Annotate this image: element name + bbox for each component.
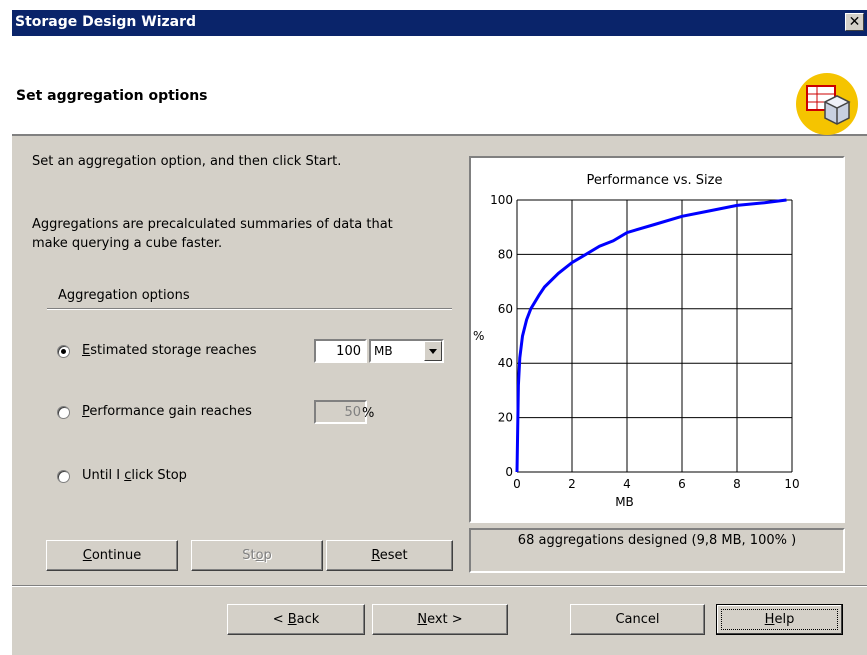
x-tick-label: 4 (623, 477, 631, 491)
cube-chart-icon (796, 73, 858, 135)
intro-instruction: Set an aggregation option, and then clic… (32, 154, 342, 169)
status-panel: 68 aggregations designed (9,8 MB, 100% ) (469, 528, 845, 573)
focus-rect (721, 609, 838, 630)
y-tick-label: 20 (498, 411, 513, 425)
bottom-divider (12, 585, 867, 587)
stop-button[interactable]: Stop (191, 540, 323, 571)
group-divider (47, 308, 452, 310)
estimated-storage-label[interactable]: Estimated storage reaches (82, 343, 257, 358)
estimated-storage-label-rest: stimated storage reaches (90, 343, 257, 358)
storage-unit-value: MB (374, 344, 393, 358)
status-text: 68 aggregations designed (9,8 MB, 100% ) (517, 533, 797, 548)
continue-button[interactable]: Continue (46, 540, 178, 571)
title-bar: Storage Design Wizard ✕ (12, 10, 867, 36)
aggregation-options-label: Aggregation options (58, 288, 190, 303)
help-button[interactable]: Help (716, 604, 843, 635)
y-tick-label: 60 (498, 302, 513, 316)
storage-limit-input[interactable]: 100 (314, 339, 367, 363)
y-tick-label: 0 (505, 465, 513, 479)
next-button[interactable]: Next > (372, 604, 508, 635)
x-tick-label: 8 (733, 477, 741, 491)
reset-button-label-rest: eset (379, 548, 408, 563)
performance-gain-radio[interactable] (57, 406, 70, 419)
intro-description-line1: Aggregations are precalculated summaries… (32, 217, 393, 232)
until-stop-radio[interactable] (57, 470, 70, 483)
wizard-window: Storage Design Wizard ✕ Set aggregation … (12, 10, 867, 655)
y-tick-label: 80 (498, 247, 513, 261)
x-tick-label: 10 (784, 477, 799, 491)
back-button[interactable]: < Back (227, 604, 365, 635)
storage-unit-select[interactable]: MB (369, 339, 444, 363)
chart-title: Performance vs. Size (587, 173, 723, 188)
y-tick-label: 40 (498, 356, 513, 370)
series-line (515, 198, 787, 473)
y-axis-label: % (473, 329, 484, 343)
performance-gain-input[interactable]: 50 (314, 400, 367, 424)
reset-button[interactable]: Reset (326, 540, 453, 571)
x-tick-label: 6 (678, 477, 686, 491)
performance-gain-label-rest: erformance gain reaches (89, 404, 252, 419)
until-stop-label[interactable]: Until I click Stop (82, 468, 187, 483)
x-axis-label: MB (615, 495, 634, 509)
continue-button-label-rest: ontinue (91, 548, 142, 563)
chevron-down-icon[interactable] (424, 341, 442, 361)
performance-gain-label[interactable]: Performance gain reaches (82, 404, 252, 419)
estimated-storage-radio[interactable] (57, 345, 70, 358)
performance-chart-panel: Performance vs. Size 0 2 4 6 8 10 0 20 40 60 80 100 M… (469, 156, 845, 523)
page-title: Set aggregation options (16, 88, 208, 104)
window-title: Storage Design Wizard (15, 14, 197, 30)
close-button[interactable]: ✕ (845, 13, 864, 31)
x-tick-label: 0 (513, 477, 521, 491)
wizard-header: Set aggregation options (12, 36, 867, 136)
intro-description-line2: make querying a cube faster. (32, 236, 223, 251)
cancel-button[interactable]: Cancel (570, 604, 705, 635)
performance-chart: Performance vs. Size0 2 4 6 8 10020406080100M… (473, 173, 800, 509)
performance-gain-unit: % (362, 406, 375, 421)
y-tick-label: 100 (490, 193, 513, 207)
close-icon: ✕ (848, 14, 861, 30)
x-tick-label: 2 (568, 477, 576, 491)
